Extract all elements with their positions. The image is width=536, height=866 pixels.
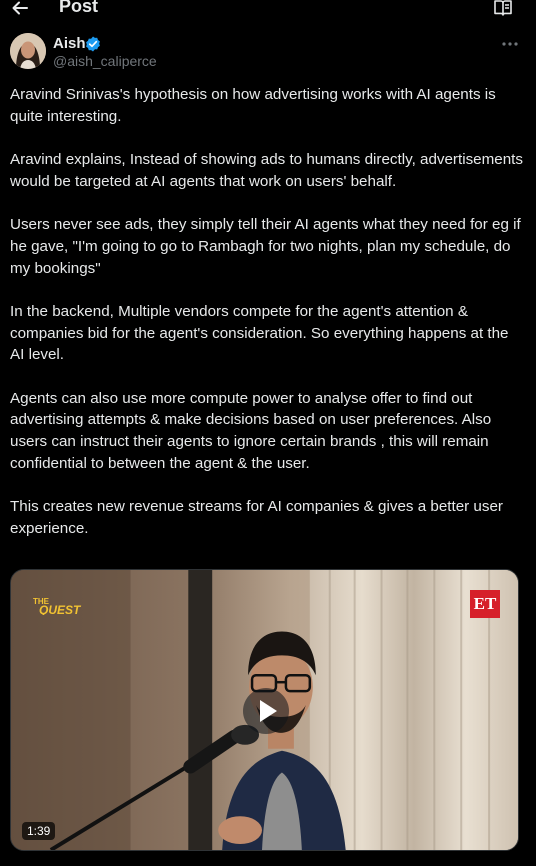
author-name[interactable]: Aish bbox=[53, 35, 86, 52]
verified-badge-icon bbox=[85, 36, 101, 52]
avatar[interactable] bbox=[10, 33, 46, 69]
show-logo: THE QUEST bbox=[33, 595, 99, 617]
video-player[interactable]: THE QUEST ET 1:39 bbox=[10, 569, 519, 851]
author-handle[interactable]: @aish_caliperce bbox=[53, 53, 157, 69]
play-button[interactable] bbox=[243, 688, 289, 734]
post-text: Aravind Srinivas's hypothesis on how adv… bbox=[10, 84, 526, 561]
open-book-icon[interactable] bbox=[493, 0, 513, 17]
top-bar: Post bbox=[0, 0, 536, 22]
arrow-left-icon[interactable] bbox=[10, 0, 30, 18]
video-duration: 1:39 bbox=[22, 822, 56, 840]
post-paragraph: Agents can also use more compute power t… bbox=[10, 389, 492, 472]
et-logo: ET bbox=[470, 590, 500, 618]
svg-text:QUEST: QUEST bbox=[39, 603, 82, 615]
post-paragraph: This creates new revenue streams for AI … bbox=[10, 498, 503, 537]
post-paragraph: Users never see ads, they simply tell th… bbox=[10, 216, 521, 277]
more-options-icon[interactable] bbox=[501, 37, 519, 49]
post-paragraph: Aravind explains, Instead of showing ads… bbox=[10, 151, 523, 190]
page-title: Post bbox=[59, 0, 99, 16]
post-paragraph: Aravind Srinivas's hypothesis on how adv… bbox=[10, 86, 496, 125]
post-paragraph: In the backend, Multiple vendors compete… bbox=[10, 302, 509, 364]
